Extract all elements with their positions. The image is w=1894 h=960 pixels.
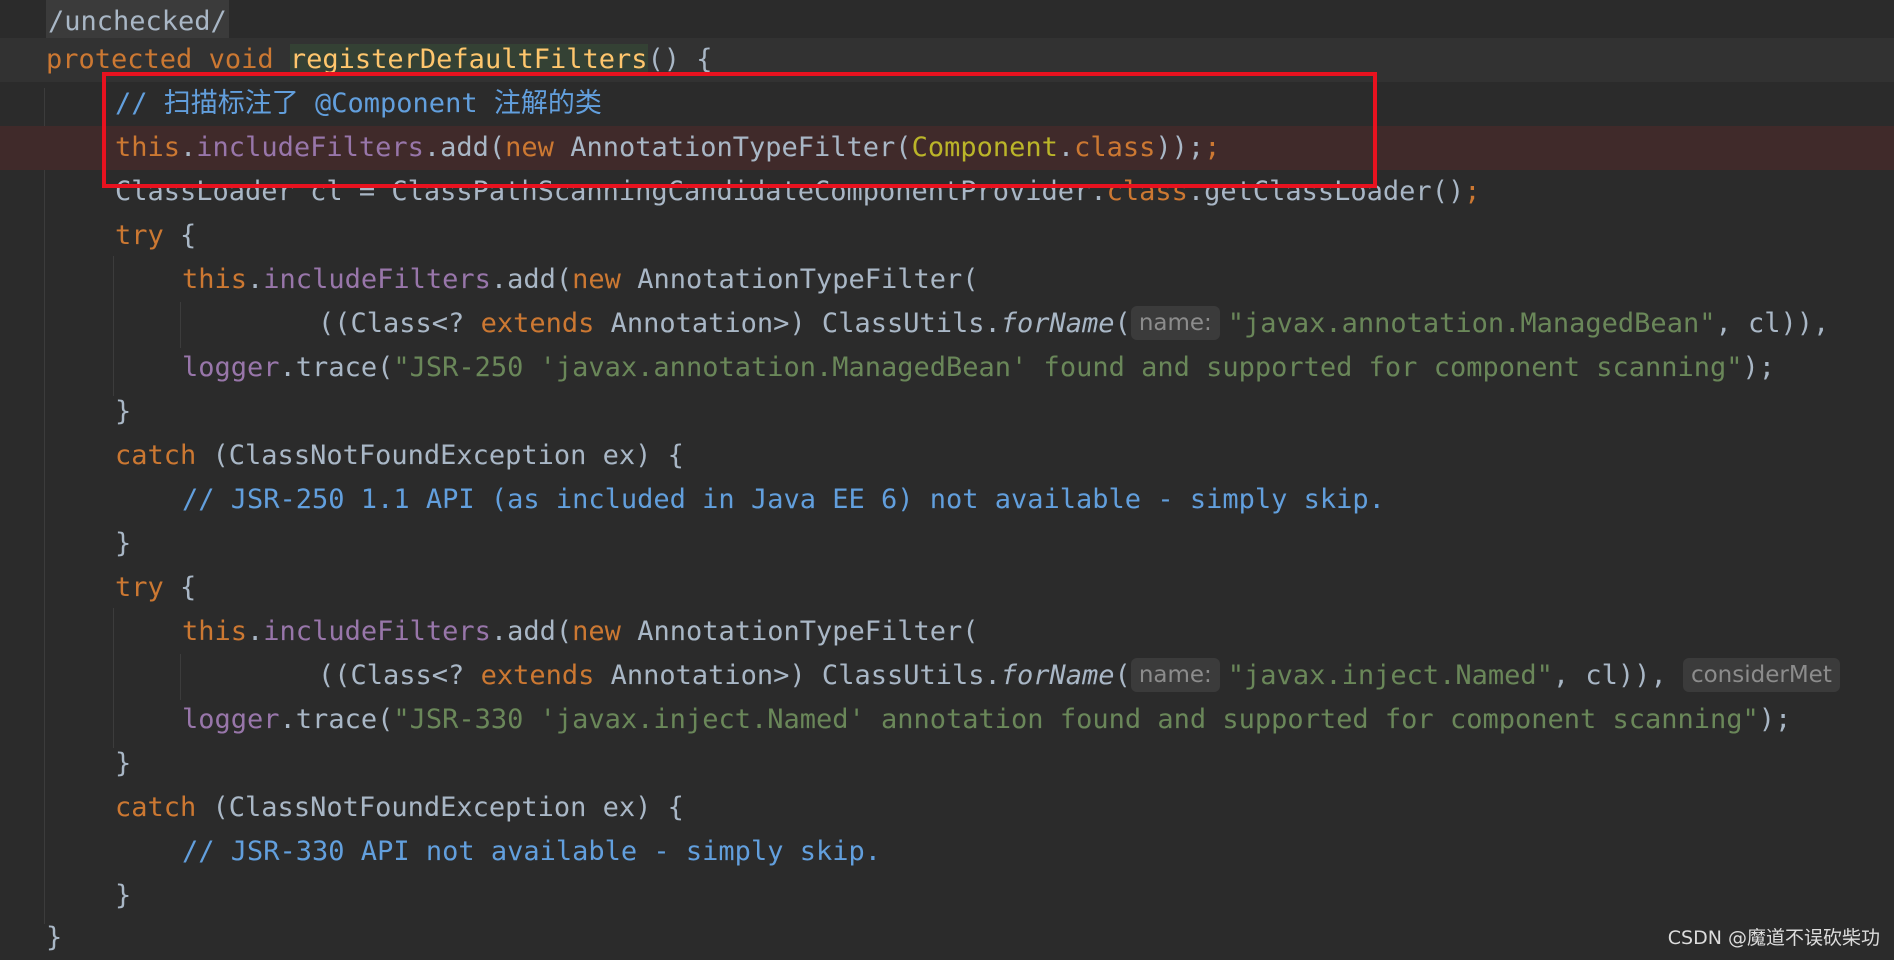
code-line-16[interactable]: ((Class<? extends Annotation>) ClassUtil… bbox=[0, 654, 1894, 698]
code-text: .getClassLoader() bbox=[1187, 176, 1465, 207]
comment: // JSR-250 1.1 API (as included in Java … bbox=[182, 484, 1385, 515]
parameter-hint: considerMet bbox=[1682, 657, 1840, 692]
code-line-18[interactable]: } bbox=[0, 742, 1894, 786]
code-text: AnnotationTypeFilter( bbox=[620, 616, 979, 647]
keyword: this bbox=[115, 132, 181, 163]
code-text: . bbox=[1057, 132, 1075, 163]
method-call: forName bbox=[1000, 308, 1115, 339]
code-text: { bbox=[163, 572, 197, 603]
code-text: AnnotationTypeFilter( bbox=[553, 132, 912, 163]
keyword: class bbox=[1106, 176, 1188, 207]
field-name: includeFilters bbox=[263, 264, 491, 295]
code-text: , cl)), bbox=[1715, 308, 1830, 339]
comment: // 扫描标注了 @Component 注解的类 bbox=[115, 88, 602, 119]
code-line-14[interactable]: try { bbox=[0, 566, 1894, 610]
code-text: ); bbox=[1742, 352, 1776, 383]
code-text: } bbox=[115, 528, 132, 559]
method-call: forName bbox=[1000, 660, 1115, 691]
string-literal: "javax.inject.Named" bbox=[1227, 660, 1553, 691]
string-literal: "javax.annotation.ManagedBean" bbox=[1227, 308, 1716, 339]
code-line-21[interactable]: } bbox=[0, 874, 1894, 918]
keyword: new bbox=[572, 264, 621, 295]
class-ref: Component bbox=[911, 132, 1058, 163]
watermark: CSDN @魔道不误砍柴功 bbox=[1667, 927, 1880, 949]
code-text: ((Class<? bbox=[318, 660, 481, 691]
code-text: ; bbox=[1464, 176, 1481, 207]
field-name: includeFilters bbox=[263, 616, 491, 647]
code-line-7[interactable]: this.includeFilters.add(new AnnotationTy… bbox=[0, 258, 1894, 302]
field-name: logger bbox=[182, 352, 280, 383]
code-text: { bbox=[163, 220, 197, 251]
string-literal: "JSR-250 'javax.annotation.ManagedBean' … bbox=[393, 352, 1743, 383]
field-name: includeFilters bbox=[196, 132, 424, 163]
code-text: .trace( bbox=[279, 352, 394, 383]
keyword: new bbox=[572, 616, 621, 647]
keyword: try bbox=[115, 572, 164, 603]
keyword: protected bbox=[46, 44, 193, 75]
code-line-12[interactable]: // JSR-250 1.1 API (as included in Java … bbox=[0, 478, 1894, 522]
field-name: logger bbox=[182, 704, 280, 735]
code-line-15[interactable]: this.includeFilters.add(new AnnotationTy… bbox=[0, 610, 1894, 654]
keyword: catch bbox=[115, 440, 197, 471]
keyword: catch bbox=[115, 792, 197, 823]
parameter-hint: name: bbox=[1130, 305, 1220, 340]
code-line-9[interactable]: logger.trace("JSR-250 'javax.annotation.… bbox=[0, 346, 1894, 390]
code-text: .trace( bbox=[279, 704, 394, 735]
code-text: } bbox=[115, 748, 132, 779]
code-text: Annotation>) ClassUtils. bbox=[594, 308, 1001, 339]
comment: // JSR-330 API not available - simply sk… bbox=[182, 836, 881, 867]
code-line-11[interactable]: catch (ClassNotFoundException ex) { bbox=[0, 434, 1894, 478]
keyword: this bbox=[182, 264, 248, 295]
keyword: void bbox=[208, 44, 274, 75]
code-text: .add( bbox=[490, 264, 573, 295]
code-text: } bbox=[115, 396, 132, 427]
code-line-3[interactable]: // 扫描标注了 @Component 注解的类 bbox=[0, 82, 1894, 126]
code-text: Annotation>) ClassUtils. bbox=[594, 660, 1001, 691]
keyword: class bbox=[1074, 132, 1156, 163]
code-text: } bbox=[115, 880, 132, 911]
code-text: . bbox=[247, 616, 264, 647]
code-text: ClassLoader cl = ClassPathScanningCandid… bbox=[115, 176, 1107, 207]
keyword: extends bbox=[480, 308, 595, 339]
code-text: ( bbox=[1114, 660, 1131, 691]
code-line-10[interactable]: } bbox=[0, 390, 1894, 434]
code-line-22[interactable]: } bbox=[0, 916, 1894, 960]
code-text: , cl)), bbox=[1552, 660, 1667, 691]
code-line-17[interactable]: logger.trace("JSR-330 'javax.inject.Name… bbox=[0, 698, 1894, 742]
code-text: ( bbox=[1114, 308, 1131, 339]
code-text: () { bbox=[647, 44, 713, 75]
code-line-20[interactable]: // JSR-330 API not available - simply sk… bbox=[0, 830, 1894, 874]
code-text: ); bbox=[1758, 704, 1792, 735]
code-text: .add( bbox=[490, 616, 573, 647]
code-line-6[interactable]: try { bbox=[0, 214, 1894, 258]
code-text: ((Class<? bbox=[318, 308, 481, 339]
parameter-hint: name: bbox=[1130, 657, 1220, 692]
code-text: } bbox=[46, 922, 63, 953]
code-line-2[interactable]: protected void registerDefaultFilters() … bbox=[0, 38, 1894, 82]
code-line-8[interactable]: ((Class<? extends Annotation>) ClassUtil… bbox=[0, 302, 1894, 346]
method-name[interactable]: registerDefaultFilters bbox=[289, 44, 648, 75]
code-line-4[interactable]: this.includeFilters.add(new AnnotationTy… bbox=[0, 126, 1894, 170]
code-text: . bbox=[180, 132, 197, 163]
keyword: extends bbox=[480, 660, 595, 691]
code-line-19[interactable]: catch (ClassNotFoundException ex) { bbox=[0, 786, 1894, 830]
code-text: AnnotationTypeFilter( bbox=[620, 264, 979, 295]
code-line-5[interactable]: ClassLoader cl = ClassPathScanningCandid… bbox=[0, 170, 1894, 214]
keyword: new bbox=[505, 132, 554, 163]
code-editor[interactable]: /unchecked/ protected void registerDefau… bbox=[0, 0, 1894, 960]
code-line-13[interactable]: } bbox=[0, 522, 1894, 566]
keyword: this bbox=[182, 616, 248, 647]
keyword: try bbox=[115, 220, 164, 251]
code-text: )); bbox=[1155, 132, 1205, 163]
code-text: .add( bbox=[423, 132, 506, 163]
string-literal: "JSR-330 'javax.inject.Named' annotation… bbox=[393, 704, 1759, 735]
code-text: . bbox=[247, 264, 264, 295]
code-text: (ClassNotFoundException ex) { bbox=[196, 792, 684, 823]
code-text: (ClassNotFoundException ex) { bbox=[196, 440, 684, 471]
